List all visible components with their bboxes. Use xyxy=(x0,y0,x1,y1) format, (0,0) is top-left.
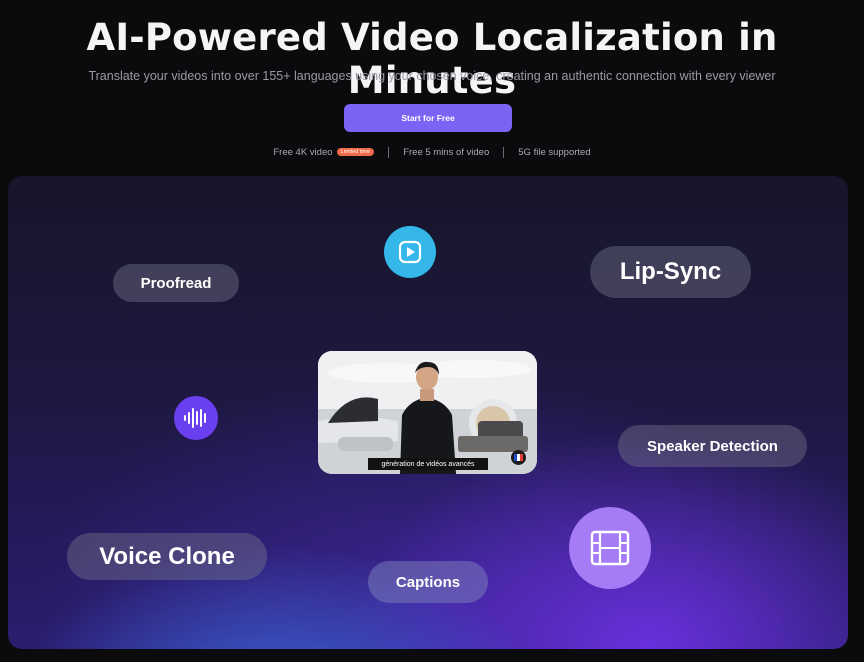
perk-5-mins: Free 5 mins of video xyxy=(388,146,503,158)
perk-5-mins-label: Free 5 mins of video xyxy=(403,146,490,158)
feature-showcase: Proofread Lip-Sync génération de vidéos … xyxy=(8,176,848,649)
perk-4k: Free 4K video Limited time xyxy=(259,147,388,158)
voice-clone-pill: Voice Clone xyxy=(67,533,267,580)
page-title: AI-Powered Video Localization in Minutes xyxy=(86,16,778,102)
video-preview[interactable]: génération de vidéos avancés xyxy=(318,351,537,474)
video-caption: génération de vidéos avancés xyxy=(368,458,488,470)
limited-time-badge: Limited time xyxy=(336,148,375,156)
captions-pill: Captions xyxy=(368,561,488,603)
french-flag-icon xyxy=(511,450,526,465)
video-scene xyxy=(318,351,537,474)
perk-5g-file: 5G file supported xyxy=(503,146,604,158)
play-icon xyxy=(384,226,436,278)
start-for-free-button[interactable]: Start for Free xyxy=(344,104,512,132)
lip-sync-pill: Lip-Sync xyxy=(590,246,751,298)
perks-row: Free 4K video Limited time Free 5 mins o… xyxy=(0,146,864,158)
perk-5g-file-label: 5G file supported xyxy=(518,146,591,158)
perk-4k-label: Free 4K video xyxy=(273,146,333,158)
speaker-detection-pill: Speaker Detection xyxy=(618,425,807,467)
proofread-pill: Proofread xyxy=(113,264,239,302)
film-icon xyxy=(569,507,651,589)
page-subtitle: Translate your videos into over 155+ lan… xyxy=(88,69,776,83)
soundwave-icon xyxy=(174,396,218,440)
